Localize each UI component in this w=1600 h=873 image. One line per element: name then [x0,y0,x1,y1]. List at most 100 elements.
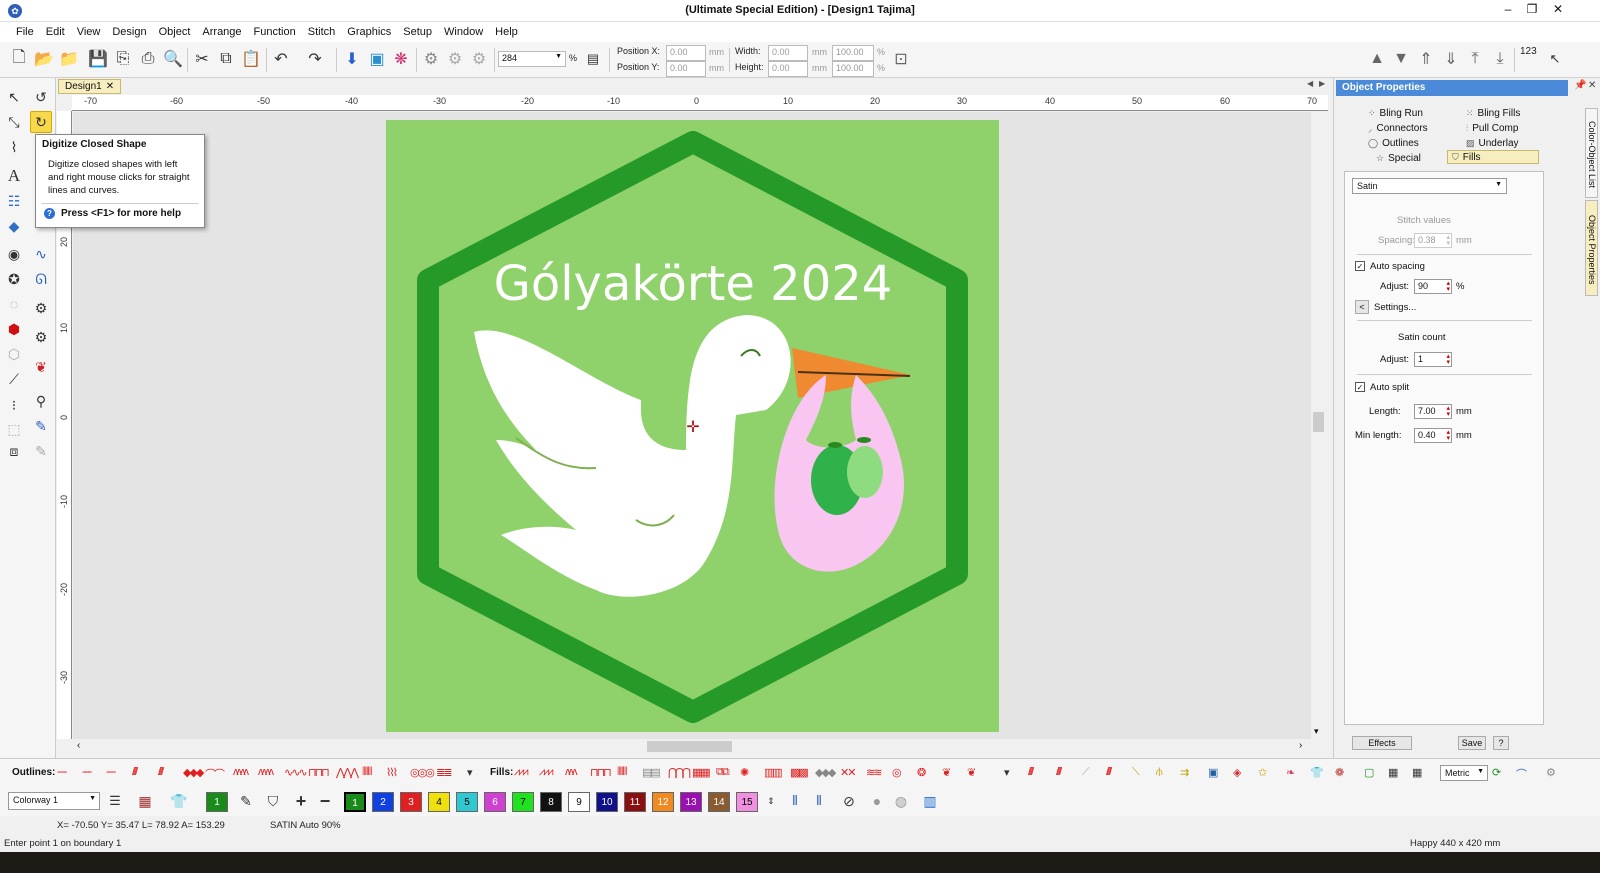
tab-connectors[interactable]: ⸝ Connectors [1364,121,1432,135]
remove-color-icon[interactable]: − [314,790,336,812]
spiral-tool-icon[interactable]: ᘏ [30,268,52,290]
close-window-button[interactable]: ✕ [1546,2,1570,16]
effect-icon[interactable]: //// [1056,766,1062,778]
effect-icon[interactable]: ⇉ [1180,766,1189,779]
minimize-button[interactable]: – [1496,2,1520,16]
fill-stitch-icon[interactable]: ⩘⩘⩘ [539,766,554,779]
color-swatch[interactable]: 15 [736,792,758,812]
knife-tool-icon[interactable]: ⟋ [3,368,25,390]
open-folder-icon[interactable]: 📂 [33,48,55,70]
save-icon[interactable]: 💾 [87,48,109,70]
outline-stitch-icon[interactable]: ʌʌʌʌ [258,766,274,778]
picture-icon[interactable]: ▣ [1208,766,1219,779]
tab-outlines[interactable]: ◯ Outlines [1364,136,1423,150]
grid-icon[interactable]: ▦ [1388,766,1399,779]
outline-stitch-icon[interactable]: ----- [57,766,67,778]
monogram-icon[interactable]: ☷ [3,190,25,212]
menu-help[interactable]: Help [489,22,524,42]
color-object-list-tab[interactable]: Color-Object List [1585,108,1598,198]
outline-stitch-icon[interactable]: ≣≣ [436,766,453,779]
zoom-select[interactable]: 284 ▼ [498,51,566,67]
auto-spacing-checkbox[interactable]: ✓ [1355,261,1365,271]
width-field[interactable]: 0.00 [768,45,808,61]
color-swatch[interactable]: 10 [596,792,618,812]
tab-bling-run[interactable]: ⁘ Bling Run [1364,106,1427,120]
export-icon[interactable]: ⎘ [112,48,134,70]
menu-function[interactable]: Function [248,22,302,42]
outline-stitch-icon[interactable]: ⊓⊓⊓ [308,766,330,779]
hexagon-tool-icon[interactable]: ⬢ [3,318,25,340]
outline-stitch-icon[interactable]: -·-·- [82,766,92,778]
send-back-icon[interactable]: ⤓ [1489,48,1511,70]
fill-stitch-icon[interactable]: ✺ [740,766,749,779]
outline-stitch-icon[interactable]: ⦀⦀⦀ [362,766,372,779]
effect-icon[interactable]: //// [1106,766,1112,778]
menu-file[interactable]: File [10,22,40,42]
circle-grey-icon[interactable]: ● [866,790,888,812]
no-color-icon[interactable]: ⊘ [838,790,860,812]
new-file-icon[interactable]: 🗋 [8,48,30,70]
fill-stitch-icon[interactable]: ▩▩ [790,766,809,779]
length-stepper[interactable]: 7.00 ▴ ▾ [1414,404,1452,419]
vertical-scrollbar[interactable]: ▾ [1311,112,1326,739]
reshape-icon[interactable]: ⤡ [3,111,25,133]
restore-button[interactable]: ❐ [1520,2,1544,16]
print-icon[interactable]: ⎙ [137,48,159,70]
save-button[interactable]: Save [1458,736,1486,750]
thread-spool-icon[interactable]: ▥ [919,790,941,812]
effects-button[interactable]: Effects [1352,736,1412,750]
point-tool-icon[interactable]: ⁝ [3,394,25,416]
color-swatch[interactable]: 11 [624,792,646,812]
paste-icon[interactable]: 📋 [240,48,262,70]
move-down-icon[interactable]: ⇓ [1440,48,1462,70]
auto-split-checkbox[interactable]: ✓ [1355,382,1365,392]
print-preview-icon[interactable]: 🔍 [162,48,184,70]
color-swatch[interactable]: 13 [680,792,702,812]
outline-stitch-icon[interactable]: ◎◎◎ [410,766,435,779]
color-wheel-icon[interactable]: ❋ [390,48,412,70]
gear-tool-icon[interactable]: ⚙ [30,326,52,348]
horizontal-scrollbar[interactable]: ‹ › [73,739,1311,754]
star-tool-icon[interactable]: ✪ [3,268,25,290]
menu-graphics[interactable]: Graphics [341,22,397,42]
colorway-select[interactable]: Colorway 1 ▼ [8,792,100,810]
outline-stitch-icon[interactable]: //// [158,766,164,778]
menu-object[interactable]: Object [153,22,197,42]
fill-stitch-icon[interactable]: ❂ [917,766,926,779]
pear-light[interactable] [847,446,883,498]
fill-stitch-icon[interactable]: ▥▥ [764,766,783,779]
help-button[interactable]: ? [1493,736,1509,750]
position-y-field[interactable]: 0.00 [666,61,706,77]
stitch-forward-icon[interactable]: ⚙ [468,48,490,70]
stitch-edit-icon[interactable]: ⌇ [3,136,25,158]
document-tab[interactable]: Design1 ✕ [58,79,122,94]
fill-stitch-icon[interactable]: ⊓⊓⊓ [590,766,612,779]
hexagon-outline-icon[interactable]: ⬡ [3,343,25,365]
tab-underlay[interactable]: ▨ Underlay [1462,136,1523,150]
applique-icon[interactable]: ❦ [30,356,52,378]
pen-tool-icon[interactable]: ✎ [30,415,52,437]
scroll-down-icon[interactable]: ▾ [1314,726,1319,737]
height-field[interactable]: 0.00 [768,61,808,77]
tab-bling-fills[interactable]: ⁙ Bling Fills [1462,106,1524,120]
curve-tool-icon[interactable]: ∿ [30,243,52,265]
outline-stitch-icon[interactable]: ----- [106,766,116,778]
effect-icon[interactable]: ⫛ [1156,766,1162,779]
trace-icon[interactable]: ⟳ [1492,766,1501,779]
palette-icon[interactable]: ▦ [134,790,156,812]
thread-chart-icon[interactable]: ⦀ [784,790,806,812]
shapes-icon[interactable]: ◈ [1233,766,1242,779]
fill-stitch-icon[interactable]: ▤▤ [642,766,661,779]
menu-window[interactable]: Window [438,22,489,42]
tab-nav-right-icon[interactable]: ▶ [1319,79,1325,88]
fill-stitch-icon[interactable]: ⩘⩘⩘ [514,766,529,779]
align-top-icon[interactable]: ▲ [1366,48,1388,70]
fill-stitch-icon[interactable]: ✕✕ [840,766,857,779]
outline-stitch-icon[interactable]: ◆◆◆ [183,766,204,779]
thread-split-icon[interactable]: ⦀ [808,790,830,812]
sequence-number-label[interactable]: 123 [1520,46,1537,57]
fill-stitch-icon[interactable]: ʌʌʌ [565,766,577,778]
fill-stitch-icon[interactable]: ▦▦ [692,766,711,779]
select-arrow-icon[interactable]: ↖ [3,86,25,108]
align-bottom-icon[interactable]: ▼ [1390,48,1412,70]
